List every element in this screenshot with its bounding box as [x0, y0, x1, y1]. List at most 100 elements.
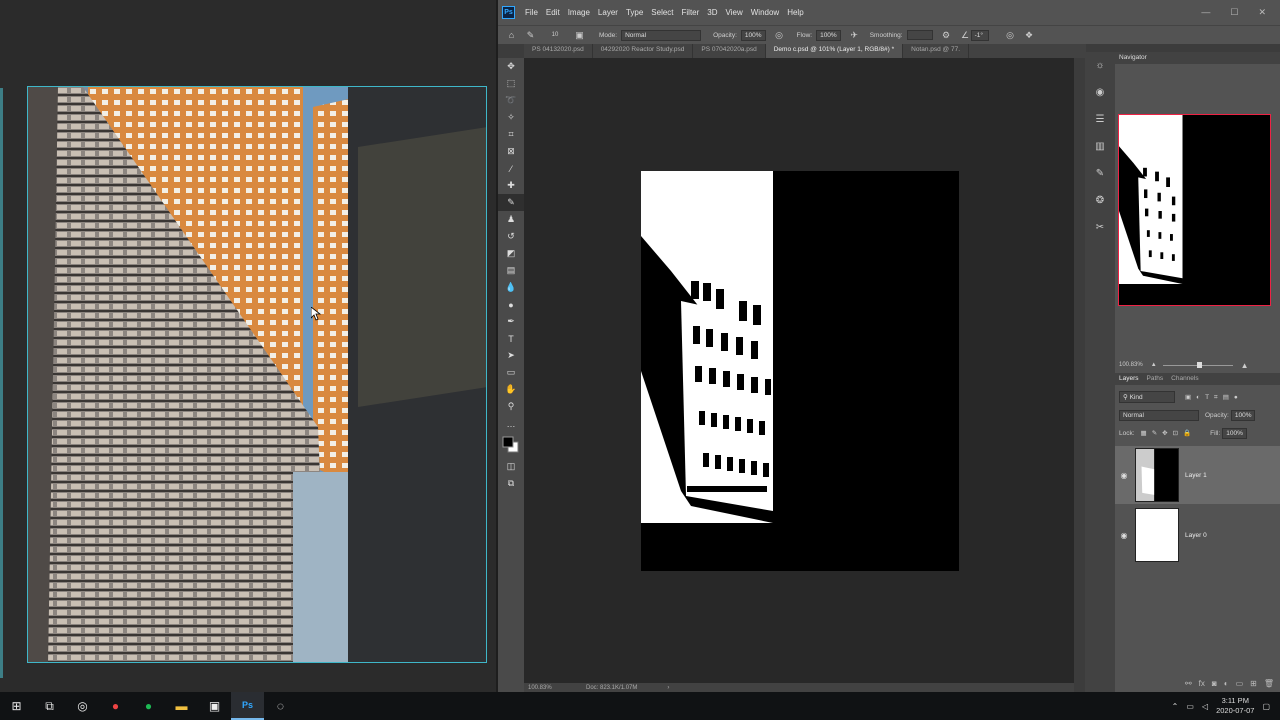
zoom-out-icon[interactable]: ▲ — [1151, 362, 1157, 368]
navigator-title[interactable]: Navigator — [1115, 52, 1280, 64]
fill-field[interactable]: 100% — [1222, 427, 1247, 439]
more-tools-icon[interactable]: … — [498, 415, 524, 432]
tab-doc-active[interactable]: Demo c.psd @ 101% (Layer 1, RGB/8#) * — [765, 44, 904, 58]
start-icon[interactable]: ⊞ — [0, 692, 33, 720]
brushes-panel-icon[interactable]: ✎ — [1085, 160, 1115, 187]
menu-image[interactable]: Image — [568, 8, 590, 17]
crop-tool-icon[interactable]: ⌗ — [498, 126, 524, 143]
app-icon-1[interactable]: ◎ — [66, 692, 99, 720]
blend-mode-select[interactable]: Normal — [1119, 409, 1199, 421]
adjustment-layer-icon[interactable]: ◐ — [1224, 679, 1229, 688]
app-icon-3[interactable]: ◌ — [264, 692, 297, 720]
layer-opacity-field[interactable]: 100% — [1230, 409, 1256, 421]
eyedropper-tool-icon[interactable]: ⁄ — [498, 160, 524, 177]
layer-row-layer-0[interactable]: ◉ Layer 0 — [1115, 506, 1280, 564]
screen-mode-icon[interactable]: ⧉ — [498, 475, 524, 492]
status-arrow-icon[interactable]: › — [667, 685, 669, 691]
delete-layer-icon[interactable]: 🗑 — [1264, 679, 1274, 688]
spotify-icon[interactable]: ● — [132, 692, 165, 720]
frame-tool-icon[interactable]: ⊠ — [498, 143, 524, 160]
layer-filter-icons[interactable]: ▣◐T⌗▤● — [1185, 393, 1243, 402]
network-icon[interactable]: ▭ — [1186, 702, 1194, 711]
gradient-tool-icon[interactable]: ▤ — [498, 262, 524, 279]
lasso-tool-icon[interactable]: ➰ — [498, 92, 524, 109]
maximize-button[interactable]: ☐ — [1230, 7, 1238, 18]
app-icon-2[interactable]: ▣ — [198, 692, 231, 720]
libraries-panel-icon[interactable]: ▥ — [1085, 133, 1115, 160]
fx-icon[interactable]: fx — [1199, 679, 1205, 688]
quick-mask-icon[interactable]: ◫ — [498, 458, 524, 475]
shape-tool-icon[interactable]: ▭ — [498, 364, 524, 381]
menu-select[interactable]: Select — [651, 8, 673, 17]
tab-doc-5[interactable]: Notan.psd @ 77. — [903, 44, 970, 58]
pressure-size-icon[interactable]: ◎ — [1005, 30, 1016, 41]
pen-tool-icon[interactable]: ✒ — [498, 313, 524, 330]
mode-select[interactable]: Normal — [621, 29, 702, 41]
tab-doc-2[interactable]: 04292020 Reactor Study.psd — [593, 44, 694, 58]
tab-paths[interactable]: Paths — [1147, 375, 1164, 383]
menu-window[interactable]: Window — [751, 8, 779, 17]
symmetry-icon[interactable]: ❖ — [1024, 30, 1035, 41]
photoshop-taskbar-icon[interactable]: Ps — [231, 692, 264, 720]
clock[interactable]: 3:11 PM 2020-07-07 — [1216, 696, 1254, 716]
brush-tool-icon[interactable]: ✎ — [498, 194, 524, 211]
menu-edit[interactable]: Edit — [546, 8, 560, 17]
opacity-field[interactable]: 100% — [740, 29, 766, 41]
tool-presets-panel-icon[interactable]: ✂ — [1085, 214, 1115, 241]
hand-tool-icon[interactable]: ✋ — [498, 381, 524, 398]
menu-file[interactable]: File — [525, 8, 538, 17]
color-swatches[interactable] — [498, 432, 524, 458]
move-tool-icon[interactable]: ✥ — [498, 58, 524, 75]
reference-photo[interactable] — [27, 86, 487, 663]
dodge-tool-icon[interactable]: ● — [498, 296, 524, 313]
brush-settings-icon[interactable]: ▣ — [574, 30, 585, 41]
healing-tool-icon[interactable]: ✚ — [498, 177, 524, 194]
canvas-area[interactable] — [524, 58, 1074, 683]
navigator-thumbnail[interactable] — [1118, 114, 1271, 306]
magic-wand-tool-icon[interactable]: ✧ — [498, 109, 524, 126]
menu-3d[interactable]: 3D — [707, 8, 717, 17]
marquee-tool-icon[interactable]: ⬚ — [498, 75, 524, 92]
menu-help[interactable]: Help — [787, 8, 803, 17]
properties-panel-icon[interactable]: ◉ — [1085, 79, 1115, 106]
smoothing-gear-icon[interactable]: ⚙ — [941, 30, 952, 41]
volume-icon[interactable]: ◁ — [1202, 702, 1208, 711]
lock-icons[interactable]: ▦✎✥⊡🔒 — [1141, 429, 1197, 437]
zoom-slider-handle[interactable] — [1196, 361, 1202, 368]
file-explorer-icon[interactable]: ▬ — [165, 692, 198, 720]
layer-row-layer-1[interactable]: ◉ Layer 1 — [1115, 446, 1280, 504]
new-layer-icon[interactable]: ⊞ — [1250, 679, 1257, 688]
menu-filter[interactable]: Filter — [682, 8, 700, 17]
zoom-in-icon[interactable]: ▲ — [1241, 361, 1249, 370]
menu-type[interactable]: Type — [626, 8, 643, 17]
clone-source-panel-icon[interactable]: ❂ — [1085, 187, 1115, 214]
blur-tool-icon[interactable]: 💧 — [498, 279, 524, 296]
tab-doc-3[interactable]: PS 07042020a.psd — [693, 44, 766, 58]
brush-size-picker[interactable]: 10 — [544, 30, 566, 41]
visibility-eye-icon[interactable]: ◉ — [1115, 531, 1133, 540]
layer-kind-filter[interactable]: ⚲ Kind — [1119, 391, 1175, 403]
smoothing-field[interactable] — [906, 30, 933, 40]
link-layers-icon[interactable]: ⚯ — [1185, 679, 1192, 688]
menu-view[interactable]: View — [726, 8, 743, 17]
layer-0-name[interactable]: Layer 0 — [1185, 532, 1207, 539]
tab-layers[interactable]: Layers — [1119, 375, 1139, 383]
task-view-icon[interactable]: ⧉ — [33, 692, 66, 720]
new-group-icon[interactable]: ▭ — [1236, 679, 1244, 688]
airbrush-icon[interactable]: ✈ — [849, 30, 860, 41]
eraser-tool-icon[interactable]: ◩ — [498, 245, 524, 262]
flow-field[interactable]: 100% — [816, 29, 841, 41]
zoom-slider[interactable] — [1162, 361, 1233, 368]
home-icon[interactable]: ⌂ — [506, 30, 517, 41]
add-mask-icon[interactable]: ◙ — [1212, 679, 1217, 688]
history-brush-icon[interactable]: ↺ — [498, 228, 524, 245]
type-tool-icon[interactable]: T — [498, 330, 524, 347]
angle-field[interactable]: -1° — [970, 29, 989, 41]
visibility-eye-icon[interactable]: ◉ — [1115, 471, 1133, 480]
tab-doc-1[interactable]: PS 04132020.psd — [524, 44, 593, 58]
navigator-zoom-value[interactable]: 100.83% — [1119, 362, 1143, 368]
chrome-icon[interactable]: ● — [99, 692, 132, 720]
layer-1-name[interactable]: Layer 1 — [1185, 472, 1207, 479]
stamp-tool-icon[interactable]: ♟ — [498, 211, 524, 228]
adjustments-panel-icon[interactable]: ☰ — [1085, 106, 1115, 133]
